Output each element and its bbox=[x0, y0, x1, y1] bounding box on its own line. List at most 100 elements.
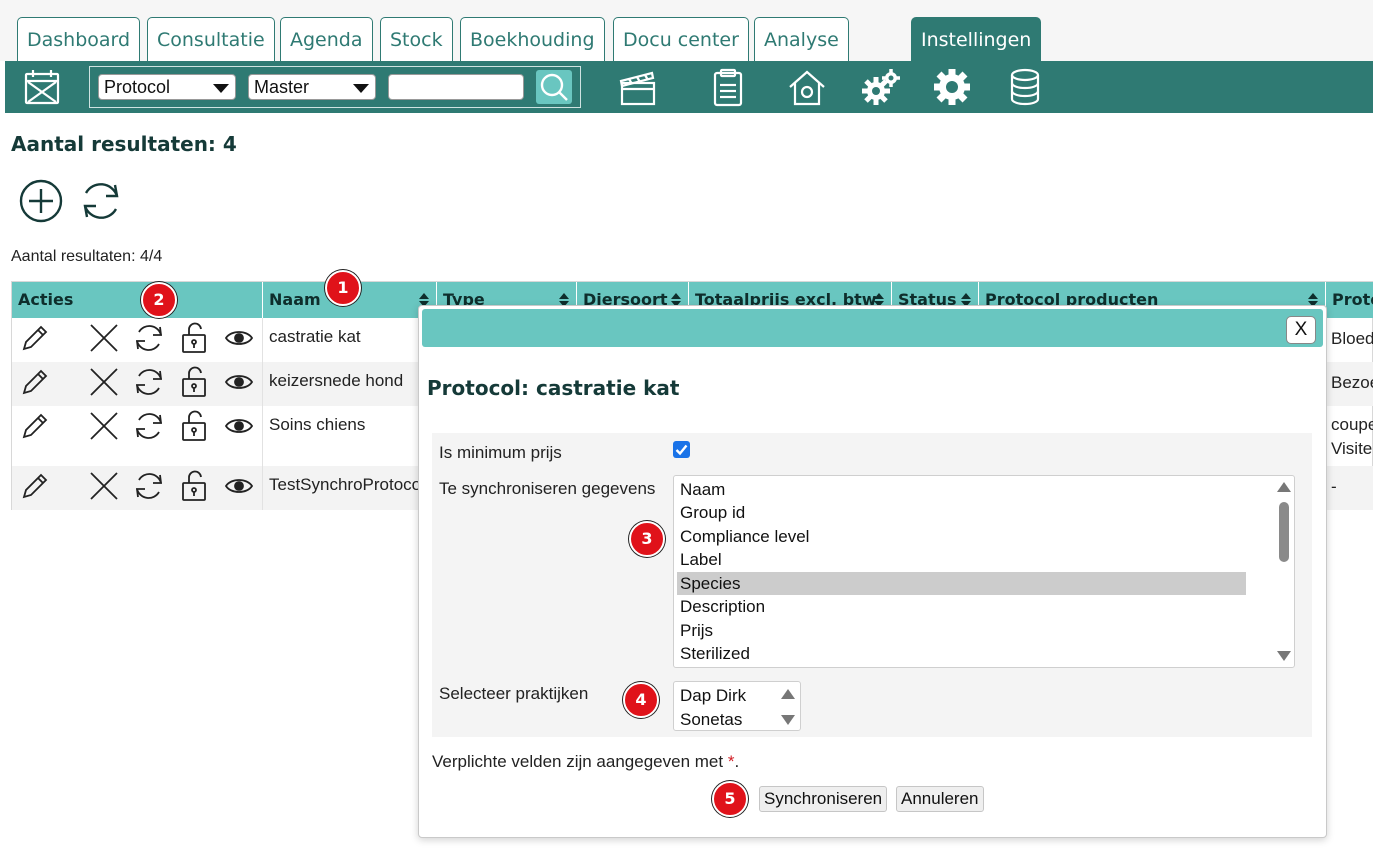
row-naam: Soins chiens bbox=[269, 415, 366, 434]
tab-bar: Dashboard Consultatie Agenda Stock Boekh… bbox=[0, 0, 1373, 61]
list-item[interactable]: Group id bbox=[680, 501, 745, 524]
edit-pencil-icon[interactable] bbox=[19, 366, 51, 398]
dialog-header: X bbox=[422, 309, 1323, 347]
scope-select-value: Master bbox=[254, 77, 310, 97]
delete-x-icon[interactable] bbox=[88, 322, 120, 354]
tab-boekhouding[interactable]: Boekhouding bbox=[460, 17, 605, 61]
type-select[interactable]: Protocol bbox=[98, 74, 236, 100]
sync-fields-listbox[interactable]: Naam Group id Compliance level Label Spe… bbox=[673, 475, 1295, 668]
header-proto[interactable]: Proto bbox=[1325, 282, 1373, 318]
add-circle-icon[interactable] bbox=[18, 178, 64, 224]
scroll-down-icon[interactable] bbox=[1277, 651, 1291, 661]
sync-form: Is minimum prijs Te synchroniseren gegev… bbox=[432, 433, 1312, 737]
result-count: Aantal resultaten: 4/4 bbox=[11, 248, 163, 265]
row-proto: Bloed bbox=[1331, 329, 1373, 348]
dialog-title: Protocol: castratie kat bbox=[427, 376, 680, 400]
list-item[interactable]: Prijs bbox=[680, 619, 713, 642]
callout-badge-1: 1 bbox=[325, 270, 361, 306]
synchronize-button[interactable]: Synchroniseren bbox=[759, 786, 888, 812]
scrollbar-thumb[interactable] bbox=[1279, 502, 1289, 562]
tab-analyse[interactable]: Analyse bbox=[754, 17, 849, 61]
eye-icon[interactable] bbox=[223, 470, 255, 502]
list-item[interactable]: Compliance level bbox=[680, 525, 809, 548]
tab-docu-center[interactable]: Docu center bbox=[613, 17, 749, 61]
tab-consultatie[interactable]: Consultatie bbox=[147, 17, 275, 61]
eye-icon[interactable] bbox=[223, 410, 255, 442]
edit-pencil-icon[interactable] bbox=[19, 322, 51, 354]
required-note-text: Verplichte velden zijn aangegeven met bbox=[432, 752, 728, 771]
eye-icon[interactable] bbox=[223, 322, 255, 354]
filter-bar: Protocol Master bbox=[89, 66, 581, 108]
toolbar: Protocol Master bbox=[5, 61, 1373, 113]
delete-x-icon[interactable] bbox=[88, 410, 120, 442]
gear-icon[interactable] bbox=[932, 67, 972, 107]
list-item[interactable]: Sterilized bbox=[680, 642, 750, 665]
sync-icon[interactable] bbox=[133, 470, 165, 502]
delete-x-icon[interactable] bbox=[88, 470, 120, 502]
tab-instellingen[interactable]: Instellingen bbox=[911, 17, 1042, 61]
callout-badge-5: 5 bbox=[712, 781, 748, 817]
type-select-value: Protocol bbox=[104, 77, 171, 97]
scrollbar[interactable] bbox=[1274, 476, 1294, 667]
clipboard-icon[interactable] bbox=[707, 67, 747, 107]
row-proto-line: Visite bbox=[1331, 439, 1373, 458]
eye-icon[interactable] bbox=[223, 366, 255, 398]
tab-dashboard[interactable]: Dashboard bbox=[17, 17, 141, 61]
list-item-selected[interactable]: Species bbox=[677, 572, 1246, 595]
clapperboard-icon[interactable] bbox=[617, 67, 657, 107]
sync-dialog: X Protocol: castratie kat Is minimum pri… bbox=[418, 305, 1327, 838]
chevron-down-icon bbox=[213, 84, 229, 93]
header-acties: Acties bbox=[18, 290, 74, 309]
cancel-button[interactable]: Annuleren bbox=[896, 786, 984, 812]
min-price-checkbox[interactable] bbox=[673, 441, 690, 458]
required-note-end: . bbox=[734, 752, 740, 771]
search-input[interactable] bbox=[388, 74, 524, 100]
list-item[interactable]: Label bbox=[680, 548, 722, 571]
refresh-icon[interactable] bbox=[78, 178, 124, 224]
callout-badge-4: 4 bbox=[623, 682, 659, 718]
scroll-up-icon[interactable] bbox=[781, 689, 795, 699]
sync-icon[interactable] bbox=[133, 322, 165, 354]
practices-listbox[interactable]: Dap Dirk Sonetas bbox=[673, 681, 801, 731]
required-note: Verplichte velden zijn aangegeven met *. bbox=[432, 752, 739, 772]
house-settings-icon[interactable] bbox=[787, 67, 827, 107]
search-button[interactable] bbox=[536, 70, 572, 104]
edit-pencil-icon[interactable] bbox=[19, 410, 51, 442]
search-icon bbox=[540, 73, 568, 101]
callout-badge-2: 2 bbox=[141, 282, 177, 318]
tab-stock[interactable]: Stock bbox=[380, 17, 453, 61]
row-proto-line: coupe bbox=[1331, 415, 1373, 434]
gears-icon[interactable] bbox=[861, 67, 901, 107]
delete-x-icon[interactable] bbox=[88, 366, 120, 398]
unlock-icon[interactable] bbox=[178, 322, 210, 354]
tab-agenda[interactable]: Agenda bbox=[280, 17, 373, 61]
page-title: Aantal resultaten: 4 bbox=[11, 132, 237, 156]
list-item[interactable]: Dap Dirk bbox=[680, 684, 746, 707]
close-button[interactable]: X bbox=[1286, 316, 1316, 344]
scroll-down-icon[interactable] bbox=[781, 715, 795, 725]
unlock-icon[interactable] bbox=[178, 410, 210, 442]
callout-badge-3: 3 bbox=[629, 521, 665, 557]
database-icon[interactable] bbox=[1005, 67, 1045, 107]
list-item[interactable]: Naam bbox=[680, 478, 725, 501]
row-naam: TestSynchroProtocol bbox=[269, 475, 419, 494]
row-naam: keizersnede hond bbox=[269, 371, 404, 390]
row-proto: coupe Visite bbox=[1331, 413, 1373, 461]
min-price-label: Is minimum prijs bbox=[439, 443, 562, 462]
sync-fields-label: Te synchroniseren gegevens bbox=[439, 479, 656, 498]
row-naam: castratie kat bbox=[269, 327, 361, 346]
unlock-icon[interactable] bbox=[178, 366, 210, 398]
unlock-icon[interactable] bbox=[178, 470, 210, 502]
practices-label: Selecteer praktijken bbox=[439, 684, 589, 703]
list-item[interactable]: Description bbox=[680, 595, 765, 618]
chevron-down-icon bbox=[353, 84, 369, 93]
list-item[interactable]: Sonetas bbox=[680, 708, 742, 730]
scope-select[interactable]: Master bbox=[248, 74, 376, 100]
row-proto: - bbox=[1331, 477, 1337, 496]
calendar-icon[interactable] bbox=[22, 67, 62, 107]
scroll-up-icon[interactable] bbox=[1277, 482, 1291, 492]
edit-pencil-icon[interactable] bbox=[19, 470, 51, 502]
sync-icon[interactable] bbox=[133, 366, 165, 398]
sync-icon[interactable] bbox=[133, 410, 165, 442]
row-proto: Bezoe bbox=[1331, 373, 1373, 392]
